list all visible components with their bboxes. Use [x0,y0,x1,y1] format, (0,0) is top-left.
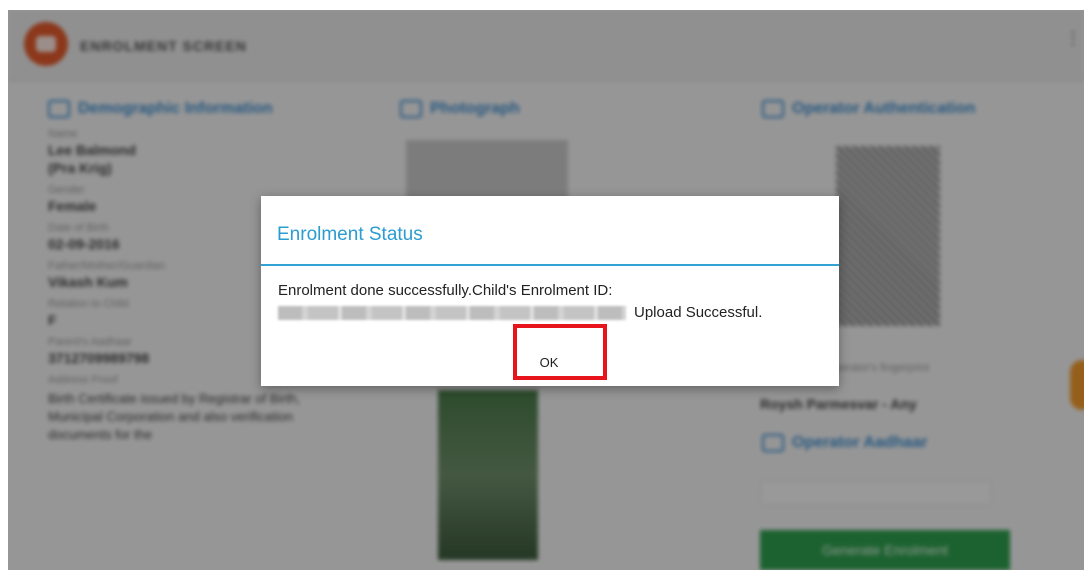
upload-status-text: Upload Successful. [634,304,763,321]
dialog-title: Enrolment Status [277,224,423,245]
redacted-enrolment-id [278,305,626,320]
dialog-message-line1: Enrolment done successfully.Child's Enro… [278,282,613,299]
dialog-divider [261,264,839,266]
ok-highlight-box [513,324,607,380]
dialog-message-line2: Upload Successful. [278,304,762,321]
